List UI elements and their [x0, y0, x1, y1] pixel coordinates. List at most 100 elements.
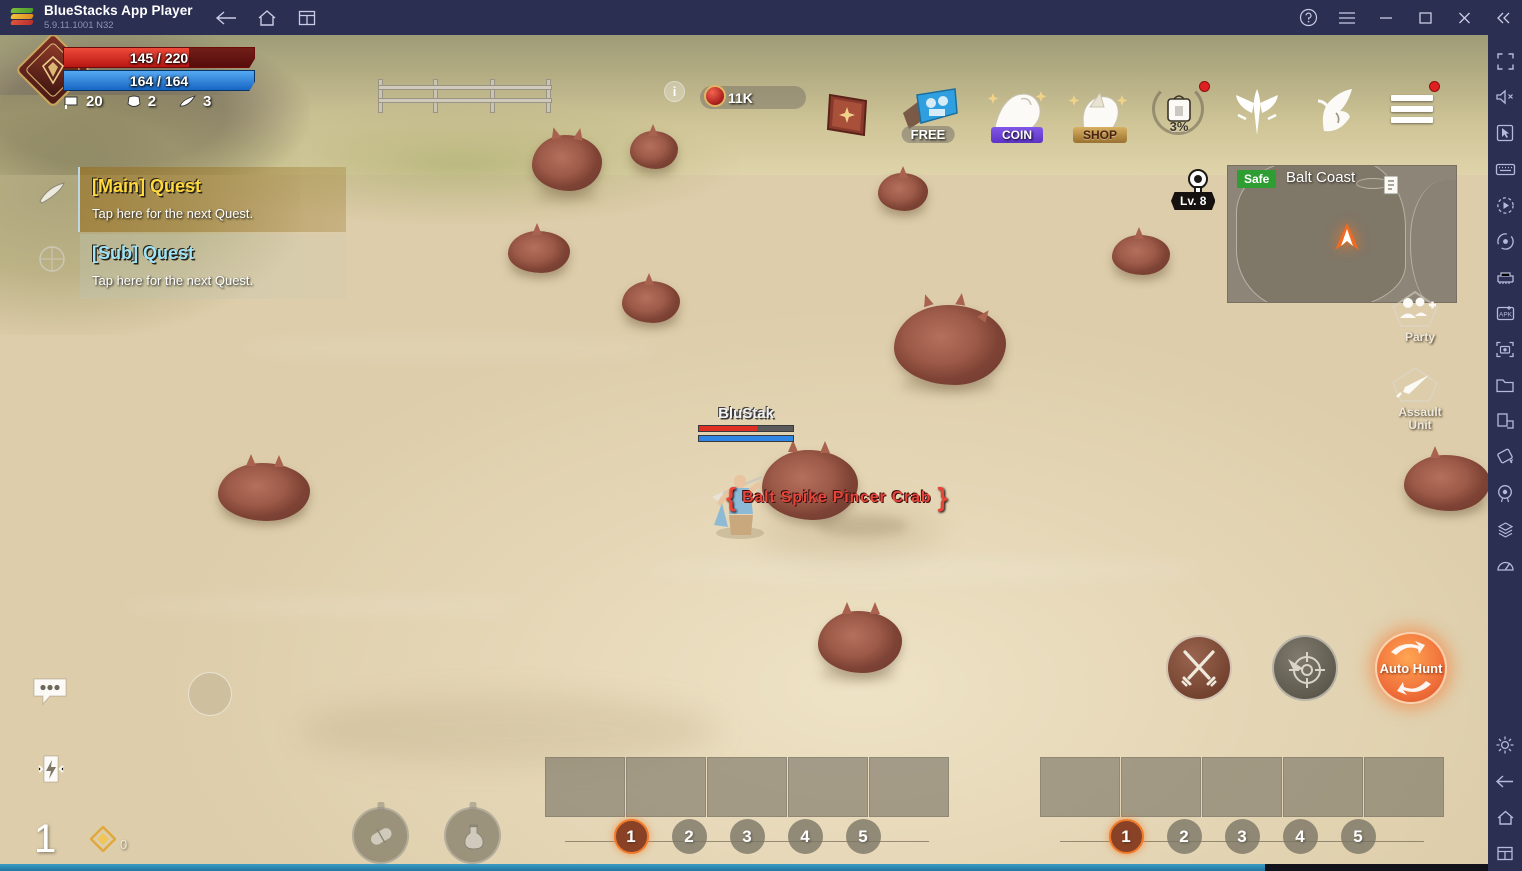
bluestacks-window: BlueStacks App Player 5.9.11.1001 N32 Bl… — [0, 0, 1522, 871]
skill-slot[interactable] — [626, 757, 706, 817]
currency-value: 11K — [728, 89, 753, 106]
creature-crab[interactable] — [622, 273, 680, 323]
back-arrow-icon[interactable] — [213, 5, 239, 31]
back-icon[interactable] — [1490, 763, 1520, 799]
skill-page-4[interactable]: 4 — [1282, 819, 1318, 854]
screenshot-icon[interactable] — [1490, 331, 1520, 367]
game-viewport[interactable]: BluStak { Balt Spike Pincer Crab } 145 /… — [0, 35, 1488, 871]
sand-streak — [640, 555, 1200, 585]
fullscreen-icon[interactable] — [1490, 43, 1520, 79]
top-action-bar: i 11K FREE COIN SHOP 3% — [0, 35, 1488, 145]
skill-page-1[interactable]: 1 — [1108, 819, 1144, 854]
sync-operations-icon[interactable] — [1490, 223, 1520, 259]
title-bar: BlueStacks App Player 5.9.11.1001 N32 — [0, 0, 1522, 35]
skill-page-3[interactable]: 3 — [1224, 819, 1260, 854]
bluestacks-logo-icon — [10, 7, 34, 28]
skill-slot[interactable] — [545, 757, 625, 817]
creature-crab[interactable] — [818, 602, 902, 673]
minimap[interactable]: Safe Balt Coast — [1227, 165, 1457, 303]
main-menu-badge — [1429, 81, 1440, 92]
skill-slot[interactable] — [1121, 757, 1201, 817]
mp-potion-button[interactable] — [444, 807, 501, 864]
mute-icon[interactable] — [1490, 79, 1520, 115]
mail-button[interactable] — [1308, 85, 1366, 139]
skill-page-4[interactable]: 4 — [787, 819, 823, 854]
skill-slot[interactable] — [788, 757, 868, 817]
performance-icon[interactable] — [1490, 547, 1520, 583]
virtual-joystick[interactable] — [188, 672, 232, 716]
skill-slot[interactable] — [707, 757, 787, 817]
energy-button[interactable] — [35, 752, 65, 786]
install-apk-icon[interactable]: APK — [1490, 295, 1520, 331]
shop-button[interactable]: SHOP — [1068, 85, 1132, 143]
chat-button[interactable] — [32, 676, 68, 706]
settings-gear-icon[interactable] — [1490, 727, 1520, 763]
minimap-landmass-east — [1410, 180, 1456, 302]
multi-instance-icon[interactable] — [295, 5, 321, 31]
minimize-icon[interactable] — [1371, 3, 1401, 33]
keyboard-controls-icon[interactable] — [1490, 151, 1520, 187]
skillbar-left: 1 2 3 4 5 — [545, 757, 949, 863]
book-button[interactable] — [820, 89, 876, 141]
growth-button[interactable] — [1228, 85, 1286, 139]
collapse-sidebar-icon[interactable] — [1488, 3, 1518, 33]
skill-slot[interactable] — [1364, 757, 1444, 817]
home-icon[interactable] — [1490, 799, 1520, 835]
zone-level-badge: Lv. 8 — [1171, 192, 1216, 210]
rotate-icon[interactable] — [1490, 439, 1520, 475]
skill-slot-row — [1040, 757, 1444, 817]
copy-icon[interactable] — [1490, 403, 1520, 439]
player-mp-bar — [698, 435, 794, 442]
skill-page-3[interactable]: 3 — [729, 819, 765, 854]
coin-shop-button[interactable]: COIN — [985, 85, 1049, 143]
attack-button[interactable] — [1166, 635, 1232, 701]
sand-streak — [120, 595, 520, 617]
eco-mode-icon[interactable] — [1490, 511, 1520, 547]
recents-icon[interactable] — [1490, 835, 1520, 871]
skill-page-5[interactable]: 5 — [1340, 819, 1376, 854]
info-button[interactable]: i — [664, 81, 685, 102]
creature-crab[interactable] — [218, 454, 310, 521]
skill-slot-row — [545, 757, 949, 817]
pill-icon — [370, 827, 392, 845]
inventory-percent: 3% — [1169, 119, 1189, 134]
quest-sub[interactable]: [Sub] Quest Tap here for the next Quest. — [39, 234, 346, 299]
skill-slot[interactable] — [869, 757, 949, 817]
skill-slot[interactable] — [1040, 757, 1120, 817]
skill-slot[interactable] — [1202, 757, 1282, 817]
quest-main-title: [Main] Quest — [92, 176, 202, 196]
creature-crab[interactable] — [1404, 446, 1488, 511]
macro-record-icon[interactable] — [1490, 187, 1520, 223]
party-button[interactable]: Party — [1389, 290, 1451, 343]
hp-potion-button[interactable] — [352, 807, 409, 864]
media-manager-icon[interactable] — [1490, 367, 1520, 403]
location-icon[interactable] — [1490, 475, 1520, 511]
gem-counter: 0 — [90, 826, 127, 852]
creature-crab[interactable] — [508, 223, 570, 273]
creature-crab[interactable] — [878, 166, 928, 211]
close-icon[interactable] — [1449, 3, 1479, 33]
assault-unit-button[interactable]: Assault Unit — [1389, 365, 1451, 431]
free-tag: FREE — [901, 126, 955, 143]
creature-crab-large[interactable] — [894, 292, 1006, 385]
skill-page-5[interactable]: 5 — [845, 819, 881, 854]
help-icon[interactable] — [1293, 3, 1323, 33]
main-menu-button[interactable] — [1391, 95, 1433, 128]
app-version: 5.9.11.1001 N32 — [44, 19, 114, 31]
target-button[interactable] — [1272, 635, 1338, 701]
hamburger-menu-icon[interactable] — [1332, 3, 1362, 33]
battery-bolt-icon — [38, 755, 64, 783]
multi-instance-manager-icon[interactable] — [1490, 259, 1520, 295]
skillbar-right: 1 2 3 4 5 — [1040, 757, 1444, 863]
creature-crab[interactable] — [1112, 227, 1170, 275]
skill-slot[interactable] — [1283, 757, 1363, 817]
skill-page-2[interactable]: 2 — [1166, 819, 1202, 854]
home-icon[interactable] — [254, 5, 280, 31]
cursor-icon[interactable] — [1490, 115, 1520, 151]
auto-hunt-button[interactable]: Auto Hunt — [1375, 632, 1447, 704]
maximize-icon[interactable] — [1410, 3, 1440, 33]
free-ad-button[interactable]: FREE — [895, 85, 961, 143]
skill-page-1[interactable]: 1 — [613, 819, 649, 854]
skill-page-2[interactable]: 2 — [671, 819, 707, 854]
quest-main[interactable]: [Main] Quest Tap here for the next Quest… — [39, 167, 346, 232]
